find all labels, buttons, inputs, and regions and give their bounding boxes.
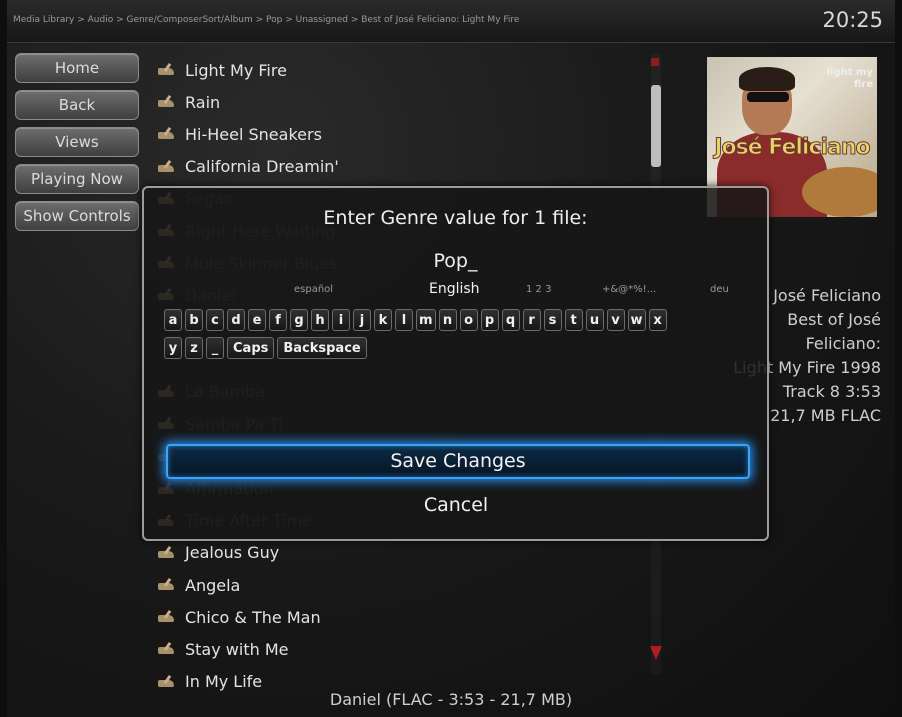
key-backspace[interactable]: Backspace <box>277 337 367 359</box>
key-underscore[interactable]: _ <box>206 337 224 359</box>
track-row[interactable]: Angela <box>157 569 457 601</box>
scroll-down-arrow-icon[interactable] <box>650 646 662 660</box>
key-a[interactable]: a <box>164 309 182 331</box>
keyboard-language-selector: español English 1 2 3 +&@*%!... deu <box>144 281 767 302</box>
scrollbar-thumb[interactable] <box>651 85 661 167</box>
track-row[interactable]: Rain <box>157 86 457 118</box>
key-r[interactable]: r <box>522 309 541 331</box>
key-g[interactable]: g <box>290 309 308 331</box>
track-title: California Dreamin' <box>185 157 339 177</box>
key-i[interactable]: i <box>332 309 350 331</box>
genre-edit-dialog: Enter Genre value for 1 file: Pop_ españ… <box>142 186 769 541</box>
key-w[interactable]: w <box>627 309 646 331</box>
language-tab[interactable]: +&@*%!... <box>602 284 656 295</box>
music-file-icon <box>157 610 177 624</box>
key-h[interactable]: h <box>311 309 329 331</box>
key-k[interactable]: k <box>374 309 392 331</box>
music-file-icon <box>157 546 177 560</box>
views-button[interactable]: Views <box>15 127 139 157</box>
key-x[interactable]: x <box>648 309 667 331</box>
language-tab[interactable]: deu <box>710 284 729 295</box>
key-q[interactable]: q <box>501 309 520 331</box>
key-p[interactable]: p <box>480 309 499 331</box>
key-l[interactable]: l <box>395 309 413 331</box>
cover-artist-name: José Feliciano <box>714 135 871 161</box>
key-z[interactable]: z <box>185 337 203 359</box>
music-file-icon <box>157 578 177 592</box>
cancel-button[interactable]: Cancel <box>166 490 746 521</box>
track-title: Chico & The Man <box>185 607 321 627</box>
track-title: Angela <box>185 575 241 595</box>
cover-title: light my fire <box>826 67 873 90</box>
clock: 20:25 <box>822 8 883 32</box>
key-c[interactable]: c <box>206 309 224 331</box>
key-m[interactable]: m <box>416 309 436 331</box>
home-button[interactable]: Home <box>15 53 139 83</box>
media-center-window: Media Library > Audio > Genre/ComposerSo… <box>7 0 895 717</box>
save-changes-button[interactable]: Save Changes <box>166 444 750 479</box>
on-screen-keyboard: a b c d e f g h i j k l m n o p q r s t u v w x y z _ Caps Backspace <box>164 309 764 365</box>
music-file-icon <box>157 95 177 109</box>
show-controls-button[interactable]: Show Controls <box>15 201 139 231</box>
track-row[interactable]: Stay with Me <box>157 633 457 665</box>
track-title: Jealous Guy <box>185 543 280 563</box>
language-tab[interactable]: 1 2 3 <box>526 284 551 295</box>
status-line: Daniel (FLAC - 3:53 - 21,7 MB) <box>329 690 573 709</box>
key-v[interactable]: v <box>606 309 625 331</box>
music-file-icon <box>157 642 177 656</box>
track-row[interactable]: Jealous Guy <box>157 537 457 569</box>
key-u[interactable]: u <box>585 309 604 331</box>
key-t[interactable]: t <box>564 309 583 331</box>
playing-now-button[interactable]: Playing Now <box>15 164 139 194</box>
key-o[interactable]: o <box>459 309 478 331</box>
music-file-icon <box>157 127 177 141</box>
keyboard-row: abcdefghijklmnopqrstuvwx <box>164 309 764 337</box>
track-title: Rain <box>185 92 221 112</box>
key-f[interactable]: f <box>269 309 287 331</box>
track-row[interactable]: Light My Fire <box>157 54 457 86</box>
track-title: Hi-Heel Sneakers <box>185 124 322 144</box>
track-title: Light My Fire <box>185 60 287 80</box>
scroll-up-marker <box>651 58 659 66</box>
track-row[interactable]: Chico & The Man <box>157 601 457 633</box>
track-row[interactable]: California Dreamin' <box>157 151 457 183</box>
side-nav: Home Back Views Playing Now Show Control… <box>15 53 139 238</box>
language-tab[interactable]: English <box>429 281 480 297</box>
key-j[interactable]: j <box>353 309 371 331</box>
key-s[interactable]: s <box>543 309 562 331</box>
track-title: In My Life <box>185 672 263 692</box>
track-title: Stay with Me <box>185 639 289 659</box>
key-y[interactable]: y <box>164 337 182 359</box>
track-row[interactable]: Hi-Heel Sneakers <box>157 118 457 150</box>
breadcrumb[interactable]: Media Library > Audio > Genre/ComposerSo… <box>13 15 519 25</box>
key-caps[interactable]: Caps <box>227 337 275 359</box>
key-n[interactable]: n <box>438 309 457 331</box>
key-d[interactable]: d <box>227 309 245 331</box>
back-button[interactable]: Back <box>15 90 139 120</box>
music-file-icon <box>157 675 177 689</box>
dialog-title: Enter Genre value for 1 file: <box>323 207 588 229</box>
music-file-icon <box>157 160 177 174</box>
top-bar: Media Library > Audio > Genre/ComposerSo… <box>7 0 895 43</box>
genre-value-input[interactable]: Pop_ <box>144 250 767 272</box>
key-e[interactable]: e <box>248 309 266 331</box>
music-file-icon <box>157 63 177 77</box>
language-tab[interactable]: español <box>294 284 333 295</box>
key-b[interactable]: b <box>185 309 203 331</box>
keyboard-row: y z _ Caps Backspace <box>164 337 764 365</box>
